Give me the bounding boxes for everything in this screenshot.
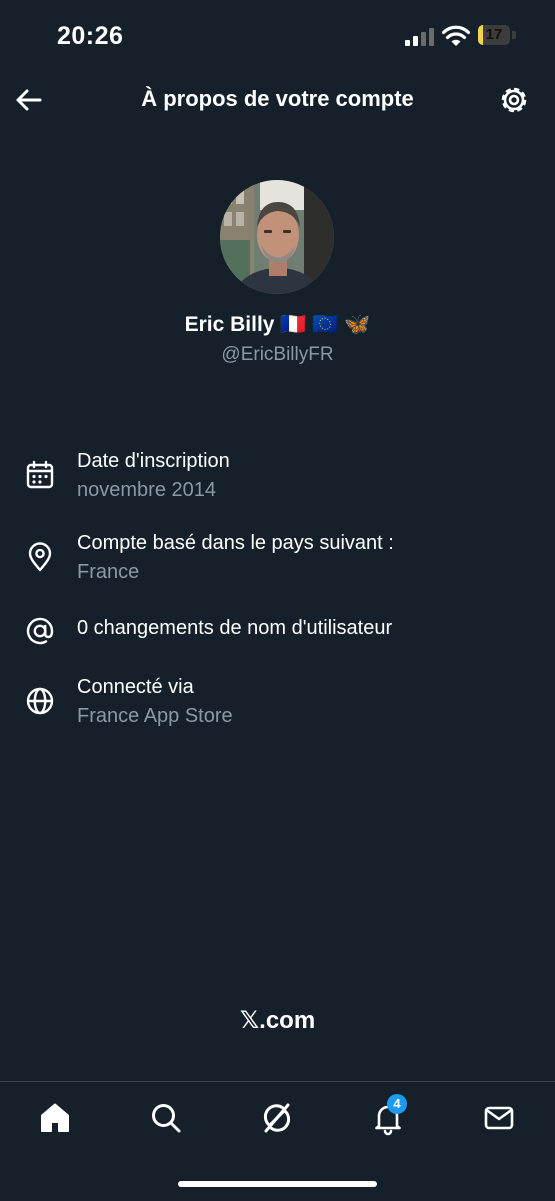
cellular-signal-icon [405,28,434,46]
country-value: France [77,561,140,583]
info-row-username-changes: 0 changements de nom d'utilisateur [0,617,555,647]
gear-icon[interactable] [496,82,532,118]
status-time: 20:26 [57,22,124,50]
join-date-label: Date d'inscription [77,450,230,472]
notifications-tab[interactable]: 4 [370,1094,407,1136]
search-icon[interactable] [148,1100,184,1136]
location-pin-icon [28,542,52,572]
x-com-link[interactable]: 𝕏.com [0,1006,555,1035]
connected-via-value: France App Store [77,705,233,727]
battery-level: 17 [485,26,503,43]
display-name: Eric Billy 🇫🇷 🇪🇺 🦋 [184,313,371,336]
notification-badge: 4 [387,1094,407,1114]
at-sign-icon [26,617,54,645]
info-row-join-date: Date d'inscription novembre 2014 [0,450,555,510]
info-row-connected-via: Connecté via France App Store [0,676,555,736]
home-indicator[interactable] [178,1181,377,1187]
avatar[interactable] [220,180,334,294]
battery-icon: 17 [478,25,518,47]
home-icon[interactable] [37,1100,73,1136]
wifi-icon [442,25,470,46]
globe-icon [26,687,54,715]
username-handle: @EricBillyFR [221,344,334,365]
mail-icon[interactable] [481,1100,517,1136]
status-bar: 20:26 17 [0,0,555,70]
info-row-country: Compte basé dans le pays suivant : Franc… [0,532,555,592]
country-label: Compte basé dans le pays suivant : [77,532,394,554]
page-title: À propos de votre compte [141,86,414,111]
connected-via-label: Connecté via [77,676,194,698]
avatar-photo [220,180,334,294]
join-date-value: novembre 2014 [77,479,216,501]
grok-icon[interactable] [259,1100,295,1136]
header: À propos de votre compte [0,70,555,130]
username-changes-label: 0 changements de nom d'utilisateur [77,617,393,639]
calendar-icon [26,460,54,489]
